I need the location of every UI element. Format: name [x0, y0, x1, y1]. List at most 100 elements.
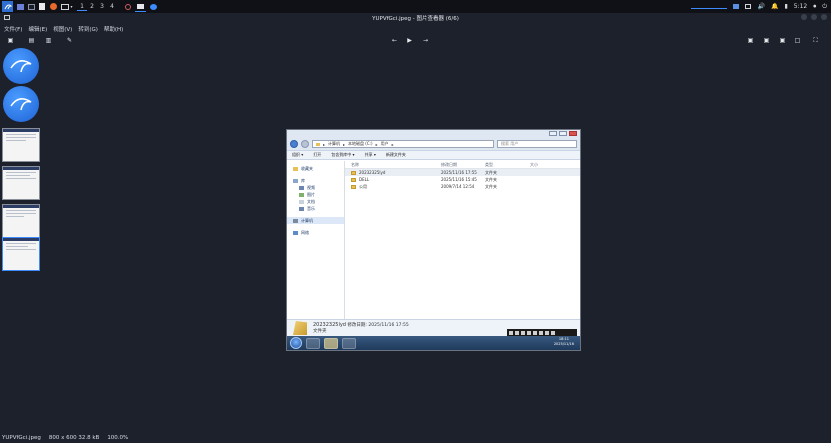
zoom-original-icon[interactable]: □ — [793, 36, 802, 45]
table-row: 20232325lyd 2025/11/16 17:55 文件夹 — [345, 169, 580, 176]
notification-icon[interactable]: 🔔 — [771, 3, 778, 10]
w7-cmd-organize: 组织 ▾ — [292, 152, 304, 157]
open-icon[interactable]: ▣ — [6, 36, 15, 45]
window-titlebar: YUPVfGci.jpeg - 图片查看器 (6/6) — [0, 13, 831, 23]
w7-cmd-include: 包含到库中 ▾ — [331, 152, 355, 157]
window-icon — [61, 3, 70, 10]
window-title: YUPVfGci.jpeg - 图片查看器 (6/6) — [372, 16, 459, 22]
kali-menu-button[interactable] — [2, 1, 13, 12]
status-info: 800 x 600 32.8 kB — [48, 434, 100, 441]
image-canvas: ▸ 计算机 ▸ 本地磁盘 (C:) ▸ 用户 ▸ 搜索 用户 组织 ▾ 打开 包… — [286, 129, 581, 351]
thumbnail-kali-1[interactable] — [2, 48, 40, 86]
forward-icon[interactable]: → — [421, 36, 430, 45]
table-row: DELL 2025/11/16 15:45 文件夹 — [345, 176, 580, 183]
menu-file[interactable]: 文件(F) — [4, 25, 22, 33]
windows-start-icon — [290, 337, 302, 349]
close-button[interactable] — [821, 14, 827, 20]
fullscreen-icon[interactable]: ⛶ — [811, 36, 820, 45]
thumbnail-screenshot-4[interactable] — [2, 237, 40, 275]
w7-titlebar — [287, 130, 580, 138]
zoom-out-icon[interactable]: ▣ — [762, 36, 771, 45]
computer-icon — [293, 218, 298, 223]
volume-icon[interactable]: 🔊 — [757, 3, 764, 10]
w7-nav-documents: 文档 — [287, 198, 344, 205]
w7-nav-favorites: 收藏夹 — [287, 165, 344, 172]
maximize-button[interactable] — [811, 14, 817, 20]
explorer-icon — [324, 337, 338, 349]
document-icon — [39, 3, 45, 10]
terminal-launcher[interactable] — [27, 1, 35, 12]
w7-breadcrumb: ▸ 计算机 ▸ 本地磁盘 (C:) ▸ 用户 ▸ — [312, 140, 494, 148]
toolbar: ▣ ▤ ▥ ✎ ← ▶ → ▣ ▣ ▣ □ ⛶ — [0, 36, 831, 47]
w7-nav-music: 音乐 — [287, 205, 344, 212]
task-app-1[interactable] — [123, 1, 132, 12]
menu-edit[interactable]: 编辑(E) — [28, 25, 47, 33]
w7-cmd-open: 打开 — [313, 152, 322, 157]
folder-icon — [16, 3, 24, 10]
menubar: 文件(F) 编辑(E) 视图(V) 转到(G) 帮助(H) — [0, 24, 123, 34]
play-icon[interactable]: ▶ — [405, 36, 414, 45]
thumbnail-screenshot-1[interactable] — [2, 128, 40, 166]
firefox-icon — [49, 3, 57, 10]
w7-command-bar: 组织 ▾ 打开 包含到库中 ▾ 共享 ▾ 新建文件夹 — [287, 150, 580, 160]
window-menu-icon[interactable] — [4, 15, 10, 20]
col-name: 名称 — [351, 161, 359, 167]
chevron-down-icon: ▾ — [70, 4, 73, 9]
status-zoom: 100.0% — [107, 434, 129, 441]
power-icon[interactable]: ⏻ — [822, 3, 827, 11]
system-tray: 🔊 🔔 ▮ 5:12 ⏺ ⏻ — [691, 0, 827, 13]
save-icon[interactable]: ▤ — [27, 36, 36, 45]
w7-nav-network: 网络 — [287, 229, 344, 236]
thumbnail-screenshot-2[interactable] — [2, 166, 40, 204]
menu-view[interactable]: 视图(V) — [53, 25, 72, 33]
table-row: 公用 2009/7/14 12:54 文件夹 — [345, 183, 580, 190]
back-icon[interactable]: ← — [390, 36, 399, 45]
picture-icon — [299, 192, 304, 197]
status-bar: YUPVfGci.jpeg 800 x 600 32.8 kB 100.0% — [2, 433, 128, 442]
workspace-2[interactable]: 2 — [87, 3, 97, 10]
col-type: 类型 — [485, 161, 493, 167]
lock-icon[interactable]: ⏺ — [813, 3, 816, 11]
w7-search-box: 搜索 用户 — [497, 140, 577, 148]
col-date: 修改日期 — [441, 161, 457, 167]
star-icon — [293, 166, 298, 171]
mail-icon[interactable] — [745, 4, 752, 9]
firefox-launcher[interactable] — [49, 1, 57, 12]
details-modified: 修改日期: 2025/11/16 17:55 — [347, 322, 409, 328]
w7-nav-computer: 计算机 — [287, 217, 344, 224]
w7-cmd-newfolder: 新建文件夹 — [385, 152, 406, 157]
window-switcher[interactable]: ▾ — [60, 1, 74, 12]
music-icon — [299, 206, 304, 211]
menu-help[interactable]: 帮助(H) — [104, 25, 123, 33]
zoom-fit-icon[interactable]: ▣ — [778, 36, 787, 45]
ie-icon — [306, 337, 320, 349]
edit-icon[interactable]: ✎ — [65, 36, 74, 45]
w7-explorer-body: 收藏夹 库 视频 图片 文档 音乐 计算机 网络 名称 修改日期 类型 大小 2… — [287, 161, 580, 319]
w7-file-list: 名称 修改日期 类型 大小 20232325lyd 2025/11/16 17:… — [345, 161, 580, 319]
minimize-button[interactable] — [801, 14, 807, 20]
folder-icon — [351, 177, 356, 182]
thumbnail-kali-2[interactable] — [2, 86, 40, 124]
files-launcher[interactable] — [16, 1, 24, 12]
w7-crumb-users: 用户 — [380, 141, 389, 146]
workspace-1[interactable]: 1 — [77, 3, 87, 11]
w7-back-icon — [290, 140, 298, 148]
media-player-icon — [342, 337, 356, 349]
zoom-in-icon[interactable]: ▣ — [746, 36, 755, 45]
w7-forward-icon — [301, 140, 309, 148]
battery-icon[interactable]: ▮ — [784, 3, 787, 10]
w7-folder-icon — [316, 142, 320, 146]
clock[interactable]: 5:12 — [794, 3, 807, 10]
w7-close-button — [569, 131, 577, 136]
editor-launcher[interactable] — [38, 1, 46, 12]
workspace-3[interactable]: 3 — [97, 3, 107, 10]
task-image-viewer[interactable] — [135, 1, 146, 12]
menu-go[interactable]: 转到(G) — [78, 25, 98, 33]
w7-address-bar: ▸ 计算机 ▸ 本地磁盘 (C:) ▸ 用户 ▸ 搜索 用户 — [287, 138, 580, 150]
desktop-icon[interactable] — [733, 4, 740, 9]
network-graph-icon — [691, 4, 728, 9]
task-app-3[interactable] — [149, 1, 158, 12]
document-icon — [299, 199, 304, 204]
workspace-4[interactable]: 4 — [107, 3, 117, 10]
delete-icon[interactable]: ▥ — [44, 36, 53, 45]
